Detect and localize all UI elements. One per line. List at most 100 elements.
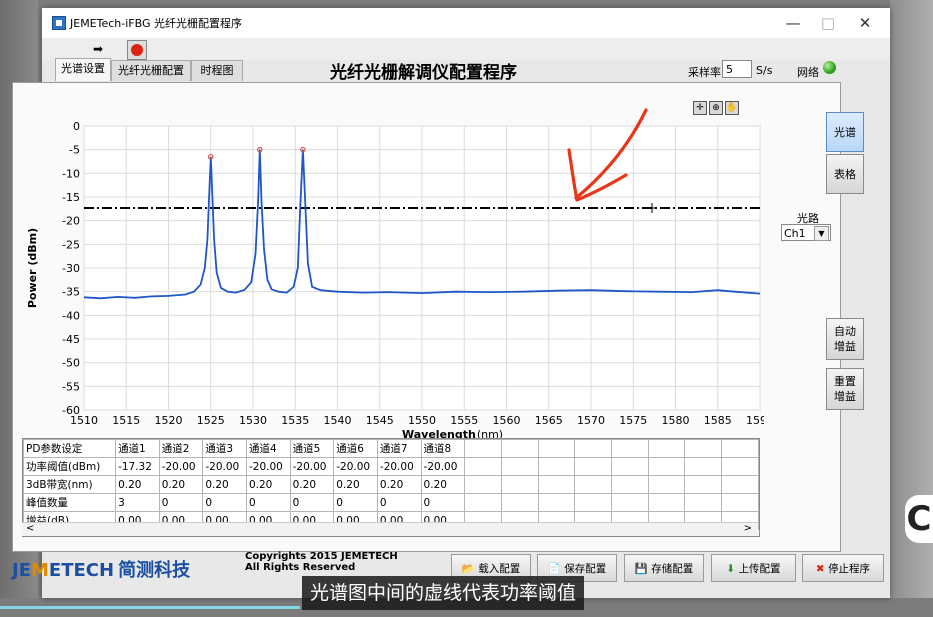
upload-config-button[interactable]: ⬇ 上传配置	[711, 554, 796, 582]
x-tick-label: 1575	[619, 414, 647, 427]
table-cell[interactable]: -20.00	[289, 457, 335, 476]
table-header-cell: 通道7	[376, 439, 422, 458]
title-bar: JEMETech-iFBG 光纤光栅配置程序 — □ ✕	[42, 8, 890, 38]
y-tick-label: -45	[62, 333, 80, 346]
sample-rate-label: 采样率	[688, 66, 721, 79]
table-cell[interactable]: 0.20	[245, 475, 291, 494]
table-cell[interactable]: 0.20	[289, 475, 335, 494]
close-x-icon: ✖	[815, 563, 829, 575]
maximize-button[interactable]: □	[813, 12, 843, 34]
copyright-text: Copyrights 2015 JEMETECH All Rights Reser…	[245, 551, 398, 573]
table-header-cell: 通道5	[289, 439, 335, 458]
x-tick-label: 1545	[366, 414, 394, 427]
chevron-down-icon[interactable]: ▼	[814, 226, 829, 241]
tab-fbg-config[interactable]: 光纤光栅配置	[111, 60, 191, 81]
x-tick-label: 1570	[577, 414, 605, 427]
table-cell[interactable]: 0	[202, 493, 247, 512]
y-tick-label: -55	[62, 380, 80, 393]
disk-icon: 💾	[634, 563, 652, 575]
table-cell[interactable]: -20.00	[158, 457, 204, 476]
toolbar: ➡	[42, 38, 890, 60]
table-header-cell: 通道4	[245, 439, 291, 458]
reset-gain-line-2: 增益	[834, 390, 856, 403]
channel-select[interactable]: Ch1 ▼	[781, 224, 831, 241]
x-tick-label: 1525	[197, 414, 225, 427]
reset-gain-button[interactable]: 重置 增益	[826, 368, 864, 410]
table-cell[interactable]: 0.20	[202, 475, 247, 494]
table-header-cell: 通道2	[158, 439, 204, 458]
x-axis-ticks: 1510 1515 1520 1525 1530 1535 1540 1545 1550 1555…	[70, 414, 764, 427]
table-cell[interactable]: 0	[158, 493, 204, 512]
y-tick-label: -50	[62, 357, 80, 370]
app-logo-icon	[52, 16, 66, 30]
table-header-cell: 通道6	[333, 439, 378, 458]
table-cell[interactable]: 0	[333, 493, 378, 512]
table-cell[interactable]: -20.00	[333, 457, 378, 476]
x-tick-label: 1515	[112, 414, 140, 427]
auto-gain-line-2: 增益	[834, 340, 856, 353]
table-row: 3dB带宽(nm) 0.20 0.20 0.20 0.20 0.20 0.20 …	[23, 475, 759, 494]
table-horizontal-scrollbar[interactable]: < >	[22, 522, 758, 536]
table-header-cell: 通道8	[420, 439, 466, 458]
row-label-cell: 功率阈值(dBm)	[23, 457, 117, 476]
run-arrow-icon[interactable]: ➡	[87, 40, 109, 58]
y-tick-label: -35	[62, 286, 80, 299]
table-cell[interactable]: 0	[376, 493, 422, 512]
video-progress-line	[0, 606, 300, 609]
auto-gain-button[interactable]: 自动 增益	[826, 318, 864, 360]
scroll-right-icon[interactable]: >	[744, 523, 752, 534]
table-cell[interactable]: 0.20	[115, 475, 160, 494]
channel-select-value: Ch1	[784, 227, 806, 240]
spectrum-view-button[interactable]: 光谱	[826, 112, 864, 152]
x-tick-label: 1530	[239, 414, 267, 427]
table-view-button[interactable]: 表格	[826, 154, 864, 194]
scroll-left-icon[interactable]: <	[26, 523, 34, 534]
table-cell[interactable]: -17.32	[115, 457, 160, 476]
x-tick-label: 1580	[662, 414, 690, 427]
table-cell[interactable]: -20.00	[202, 457, 247, 476]
tab-spectrum-settings[interactable]: 光谱设置	[55, 58, 111, 81]
y-tick-label: 0	[73, 120, 80, 133]
auto-gain-line-1: 自动	[834, 325, 856, 338]
stop-program-button[interactable]: ✖ 停止程序	[802, 554, 884, 582]
minimize-button[interactable]: —	[778, 12, 808, 34]
x-tick-label: 1535	[281, 414, 309, 427]
document-icon: 📄	[547, 563, 565, 575]
x-tick-label: 1565	[535, 414, 563, 427]
window-title: JEMETech-iFBG 光纤光栅配置程序	[70, 17, 242, 30]
table-cell[interactable]: 0	[420, 493, 466, 512]
video-subtitle: 光谱图中间的虚线代表功率阈值	[302, 576, 585, 610]
y-tick-label: -40	[62, 309, 80, 322]
table-cell[interactable]: 0.20	[158, 475, 204, 494]
table-header-cell: PD参数设定	[23, 439, 117, 458]
table-header-cell: 通道1	[115, 439, 160, 458]
page-title: 光纤光栅解调仪配置程序	[330, 63, 517, 83]
sample-rate-input[interactable]: 5	[722, 60, 752, 78]
tab-time-history[interactable]: 时程图	[191, 60, 243, 81]
table-row: 功率阈值(dBm) -17.32 -20.00 -20.00 -20.00 -2…	[23, 457, 759, 476]
y-axis-label: Power (dBm)	[26, 228, 39, 308]
table-cell[interactable]: 3	[115, 493, 160, 512]
spectrum-graph[interactable]: 1510 1515 1520 1525 1530 1535 1540 1545 1550 1555…	[14, 90, 764, 440]
table-cell[interactable]: 0	[289, 493, 335, 512]
y-tick-label: -15	[62, 191, 80, 204]
sample-rate-unit: S/s	[756, 64, 773, 77]
folder-icon: 📂	[461, 563, 479, 575]
table-cell[interactable]: 0.20	[376, 475, 422, 494]
table-cell[interactable]: -20.00	[245, 457, 291, 476]
table-cell[interactable]: -20.00	[420, 457, 466, 476]
floating-app-icon[interactable]: C	[905, 495, 933, 543]
row-label-cell: 峰值数量	[23, 493, 117, 512]
network-status-led	[823, 61, 836, 74]
table-cell[interactable]: 0	[245, 493, 291, 512]
x-tick-label: 1590	[746, 414, 764, 427]
close-button[interactable]: ✕	[850, 12, 880, 34]
reset-gain-line-1: 重置	[834, 375, 856, 388]
y-tick-label: -30	[62, 262, 80, 275]
abort-stop-icon[interactable]	[127, 40, 147, 60]
store-config-button[interactable]: 💾 存储配置	[624, 554, 704, 582]
table-cell[interactable]: -20.00	[376, 457, 422, 476]
table-cell[interactable]: 0.20	[333, 475, 378, 494]
table-cell[interactable]: 0.20	[420, 475, 466, 494]
x-tick-label: 1520	[155, 414, 183, 427]
